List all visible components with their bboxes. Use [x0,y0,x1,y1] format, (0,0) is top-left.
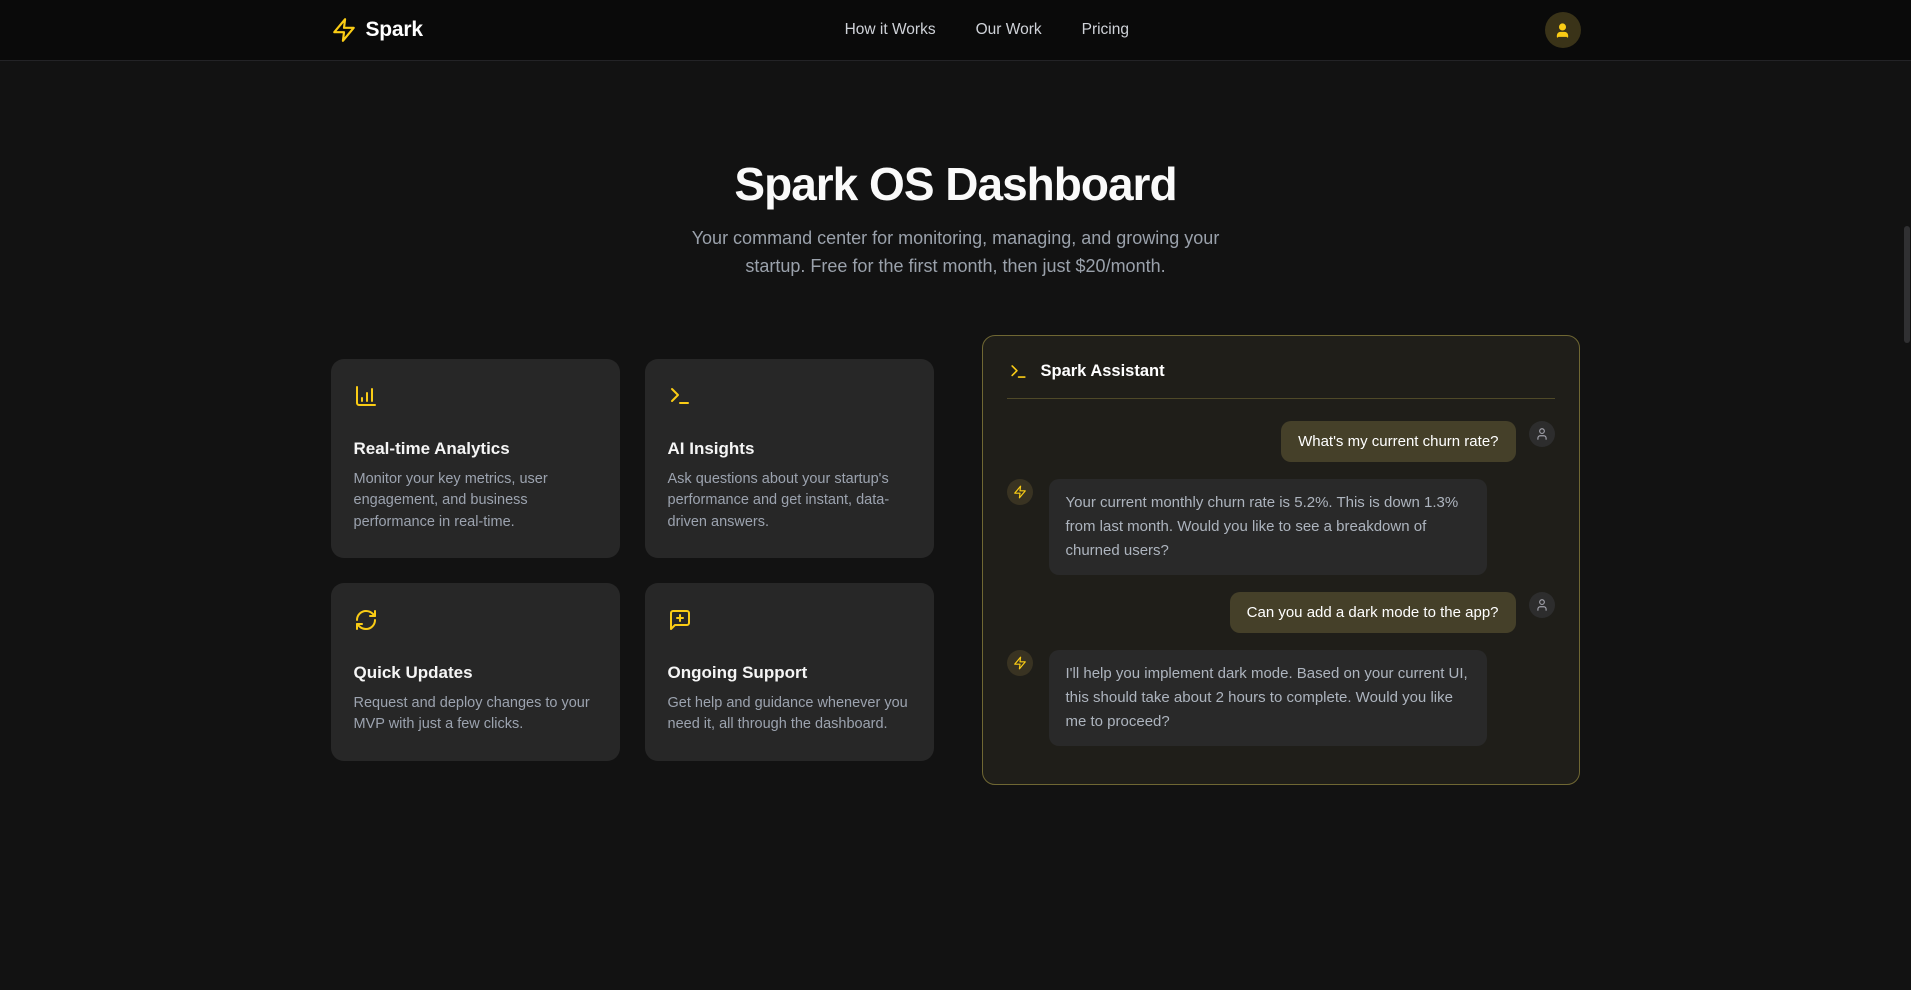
feature-card-ongoing-support: Ongoing Support Get help and guidance wh… [645,583,934,761]
terminal-icon [1009,362,1028,381]
main-content-row: Real-time Analytics Monitor your key met… [331,335,1581,785]
assistant-message-row: Your current monthly churn rate is 5.2%.… [1007,479,1555,575]
message-square-plus-icon [668,608,692,632]
assistant-message-row: I'll help you implement dark mode. Based… [1007,650,1555,746]
assistant-avatar [1007,479,1033,505]
user-icon [1535,598,1549,612]
terminal-icon [668,384,692,408]
feature-title: Quick Updates [354,663,597,683]
user-avatar [1529,421,1555,447]
user-message-bubble: What's my current churn rate? [1281,421,1515,462]
feature-description: Get help and guidance whenever you need … [668,693,911,736]
feature-description: Request and deploy changes to your MVP w… [354,693,597,736]
hero-section: Spark OS Dashboard Your command center f… [0,61,1911,281]
feature-title: Ongoing Support [668,663,911,683]
feature-card-quick-updates: Quick Updates Request and deploy changes… [331,583,620,761]
assistant-title: Spark Assistant [1041,362,1165,381]
feature-description: Ask questions about your startup's perfo… [668,469,911,533]
user-icon [1554,22,1571,39]
brand-name: Spark [366,18,423,42]
feature-card-ai-insights: AI Insights Ask questions about your sta… [645,359,934,558]
feature-title: AI Insights [668,439,911,459]
zap-icon [1013,656,1027,670]
feature-card-grid: Real-time Analytics Monitor your key met… [331,359,934,761]
bar-chart-icon [354,384,378,408]
user-message-row: What's my current churn rate? [1007,421,1555,462]
feature-card-realtime-analytics: Real-time Analytics Monitor your key met… [331,359,620,558]
page-subtitle: Your command center for monitoring, mana… [673,225,1238,281]
brand-logo[interactable]: Spark [331,17,423,43]
nav-links: How it Works Our Work Pricing [845,21,1129,39]
nav-container: Spark How it Works Our Work Pricing [331,0,1581,60]
user-avatar [1529,592,1555,618]
assistant-header: Spark Assistant [1007,360,1555,399]
refresh-icon [354,608,378,632]
nav-link-how-it-works[interactable]: How it Works [845,21,936,39]
page-scrollbar-track [1903,0,1911,990]
user-icon [1535,427,1549,441]
page-scrollbar-thumb[interactable] [1904,226,1910,343]
nav-link-our-work[interactable]: Our Work [976,21,1042,39]
page-title: Spark OS Dashboard [0,157,1911,211]
zap-icon [331,17,357,43]
feature-description: Monitor your key metrics, user engagemen… [354,469,597,533]
user-message-row: Can you add a dark mode to the app? [1007,592,1555,633]
assistant-message-bubble: I'll help you implement dark mode. Based… [1049,650,1487,746]
assistant-avatar [1007,650,1033,676]
message-list: What's my current churn rate? Your curre… [1007,399,1555,746]
nav-link-pricing[interactable]: Pricing [1082,21,1129,39]
top-nav: Spark How it Works Our Work Pricing [0,0,1911,61]
feature-title: Real-time Analytics [354,439,597,459]
user-message-bubble: Can you add a dark mode to the app? [1230,592,1516,633]
user-avatar-button[interactable] [1545,12,1581,48]
zap-icon [1013,485,1027,499]
spark-assistant-panel: Spark Assistant What's my current churn … [982,335,1580,785]
assistant-message-bubble: Your current monthly churn rate is 5.2%.… [1049,479,1487,575]
